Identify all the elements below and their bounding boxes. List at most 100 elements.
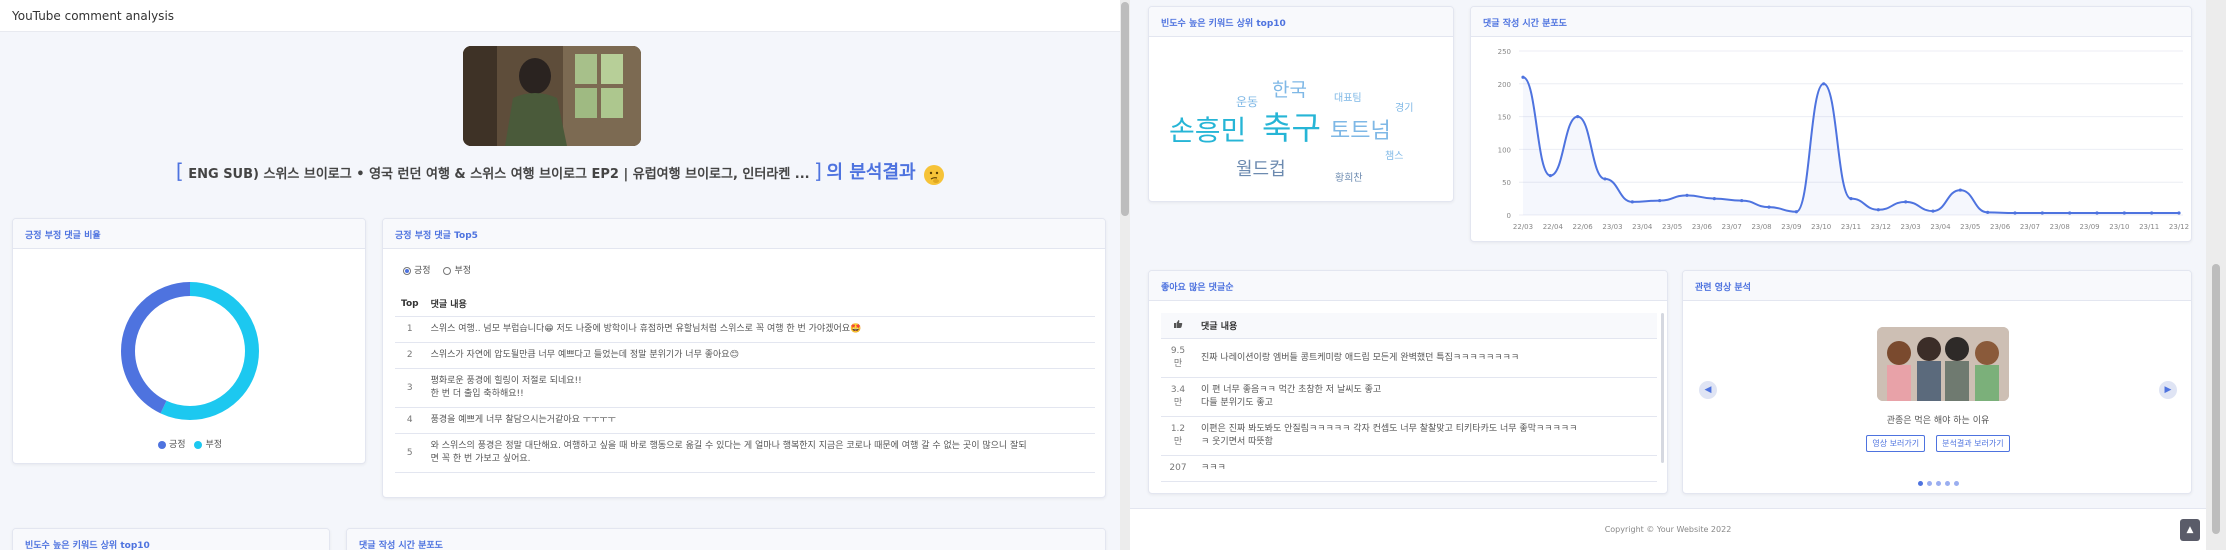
sentiment-ratio-card: 긍정 부정 댓글 비율 긍정 부정: [12, 218, 366, 464]
related-video-thumbnail[interactable]: [1877, 327, 2009, 401]
sentiment-donut-chart[interactable]: [13, 259, 366, 439]
data-point[interactable]: [1685, 193, 1689, 197]
data-point[interactable]: [2150, 211, 2154, 215]
x-tick-label: 22/06: [1573, 223, 1594, 231]
data-point[interactable]: [2013, 211, 2017, 215]
carousel-dot[interactable]: [1926, 481, 1932, 486]
thumbs-up-icon: [1161, 313, 1195, 339]
data-point[interactable]: [1740, 198, 1744, 203]
time-distribution-header-lower: 댓글 작성 시간 분포도: [347, 529, 1105, 550]
row-text: 스위스가 자연에 압도될만큼 너무 예쁘다고 들었는데 정말 분위기가 너무 좋…: [424, 342, 1095, 370]
time-distribution-chart[interactable]: 0 50 100 150 200 250 22/03 22/04 22/06 23/03 23/04…: [1471, 37, 2192, 242]
table-row[interactable]: 4 풍경을 예쁘게 너무 찰담으시는거같아요 ㅜㅜㅜㅜ: [395, 407, 1095, 435]
data-point[interactable]: [1712, 197, 1716, 201]
row-likes: 1.2만: [1161, 416, 1195, 457]
time-distribution-header: 댓글 작성 시간 분포도: [1471, 7, 2191, 37]
radio-negative-label[interactable]: 부정: [454, 266, 471, 276]
radio-positive[interactable]: [403, 266, 411, 275]
row-text-line1: 이 편 너무 좋음ㅋㅋ 먹간 초창한 저 날씨도 좋고: [1201, 385, 1382, 396]
legend-positive[interactable]: 긍정: [169, 440, 186, 450]
keyword-word[interactable]: 챔스: [1385, 147, 1403, 162]
carousel-dot[interactable]: [1944, 481, 1950, 486]
x-tick-label: 23/04: [1632, 223, 1653, 231]
video-thumbnail[interactable]: [463, 46, 641, 146]
keyword-word[interactable]: 월드컵: [1236, 155, 1286, 181]
data-point[interactable]: [1876, 208, 1880, 212]
carousel-dot[interactable]: [1917, 481, 1923, 486]
top5-table: Top 댓글 내용 1 스위스 여행.. 넘모 부럽습니다😁 저도 나중에 방학이나…: [395, 291, 1095, 474]
carousel-next-icon[interactable]: ▶: [2159, 381, 2177, 399]
table-row[interactable]: 9.5만 진짜 나레이션이랑 엠버들 콩트케미랑 애드립 모든게 완벽했던 특집ㅋ…: [1161, 338, 1657, 379]
data-point[interactable]: [1603, 177, 1607, 181]
carousel-prev-icon[interactable]: ◀: [1699, 381, 1717, 399]
table-row[interactable]: 207 ㅋㅋㅋ: [1161, 455, 1657, 483]
row-text: 풍경을 예쁘게 너무 찰담으시는거같아요 ㅜㅜㅜㅜ: [424, 407, 1095, 435]
keyword-word[interactable]: 축구: [1262, 103, 1321, 149]
keyword-word[interactable]: 황희찬: [1335, 169, 1363, 184]
data-point[interactable]: [1931, 209, 1935, 213]
data-point[interactable]: [1904, 200, 1908, 204]
legend-negative[interactable]: 부정: [205, 440, 222, 450]
word-cloud: 손흥민 축구 토트넘 한국 월드컵 운동 대표팀 경기 챔스 황희찬: [1149, 37, 1453, 201]
table-row[interactable]: 1 스위스 여행.. 넘모 부럽습니다😁 저도 나중에 방학이나 휴점하면 유할님…: [395, 316, 1095, 344]
left-scrollbar[interactable]: [1120, 0, 1130, 550]
row-text-line2: 면 꼭 한 번 가보고 싶어요.: [430, 454, 531, 465]
table-row[interactable]: 3 평화로운 풍경에 힐링이 저절로 되네요!! 한 번 더 출입 축하해요!!: [395, 368, 1095, 409]
data-point[interactable]: [1658, 198, 1662, 203]
data-point[interactable]: [1958, 188, 1962, 192]
y-tick-label: 200: [1498, 81, 1511, 89]
table-row[interactable]: 3.4만 이 편 너무 좋음ㅋㅋ 먹간 초창한 저 날씨도 좋고 다들 분위기도 좋…: [1161, 377, 1657, 418]
data-point[interactable]: [2095, 211, 2099, 215]
left-scrollbar-thumb[interactable]: [1121, 2, 1129, 216]
x-tick-label: 23/07: [2020, 223, 2040, 231]
data-point[interactable]: [1767, 205, 1771, 209]
data-point[interactable]: [1521, 75, 1525, 79]
data-point[interactable]: [1630, 200, 1634, 204]
table-row[interactable]: 2 스위스가 자연에 압도될만큼 너무 예쁘다고 들었는데 정말 분위기가 너무 …: [395, 342, 1095, 370]
x-tick-label: 22/03: [1513, 223, 1533, 231]
row-rank: 4: [395, 407, 425, 435]
carousel-dot[interactable]: [1953, 481, 1959, 486]
radio-negative[interactable]: [443, 266, 452, 275]
data-point[interactable]: [1822, 82, 1826, 86]
table-row[interactable]: 1.2만 이편은 진짜 봐도봐도 안질림ㅋㅋㅋㅋㅋ 각자 컨셉도 너무 찰찰맞고 …: [1161, 416, 1657, 457]
x-tick-label: 23/05: [1960, 223, 1980, 231]
data-point[interactable]: [1849, 197, 1853, 201]
x-tick-label: 23/12: [2169, 223, 2189, 231]
view-analysis-button[interactable]: 분석결과 보러가기: [1936, 435, 2010, 452]
row-text: 이 편 너무 좋음ㅋㅋ 먹간 초창한 저 날씨도 좋고 다들 분위기도 좋고: [1195, 377, 1657, 418]
watch-video-button[interactable]: 영상 보러가기: [1866, 435, 1926, 452]
series-line[interactable]: [1522, 76, 2179, 215]
data-point[interactable]: [2068, 211, 2072, 215]
thinking-face-icon: [924, 164, 945, 185]
data-point[interactable]: [1548, 174, 1552, 178]
keyword-word[interactable]: 경기: [1395, 99, 1413, 114]
col-content: 댓글 내용: [424, 291, 1095, 317]
likes-scrollbar[interactable]: [1661, 313, 1664, 463]
data-point[interactable]: [1576, 115, 1580, 119]
scroll-to-top-icon[interactable]: ▲: [2180, 519, 2200, 541]
table-row[interactable]: 5 와 스위스의 풍경은 정말 대단해요. 여행하고 싶을 때 바로 행동으로 옮…: [395, 433, 1095, 474]
keyword-word[interactable]: 토트넘: [1330, 113, 1391, 145]
keyword-word[interactable]: 한국: [1272, 75, 1307, 102]
y-tick-label: 250: [1498, 48, 1511, 56]
row-text: 스위스 여행.. 넘모 부럽습니다😁 저도 나중에 방학이나 휴점하면 유할님처…: [424, 316, 1095, 344]
data-point[interactable]: [2122, 211, 2126, 215]
data-point[interactable]: [2040, 211, 2044, 215]
radio-positive-label[interactable]: 긍정: [414, 266, 431, 276]
x-tick-label: 23/04: [1930, 223, 1951, 231]
data-point[interactable]: [1794, 210, 1798, 214]
keyword-word[interactable]: 손흥민: [1169, 109, 1246, 149]
y-tick-label: 100: [1498, 146, 1511, 154]
data-point[interactable]: [2177, 211, 2181, 215]
right-scrollbar[interactable]: [2206, 0, 2226, 550]
close-bracket: ]: [814, 159, 822, 183]
data-point[interactable]: [1986, 210, 1990, 214]
row-text: 이편은 진짜 봐도봐도 안질림ㅋㅋㅋㅋㅋ 각자 컨셉도 너무 찰찰맞고 티키타카…: [1195, 416, 1657, 457]
carousel-dot[interactable]: [1935, 481, 1941, 486]
keyword-word[interactable]: 대표팀: [1334, 89, 1362, 104]
right-scrollbar-thumb[interactable]: [2212, 264, 2220, 534]
row-text: ㅋㅋㅋ: [1195, 455, 1657, 483]
keyword-word[interactable]: 운동: [1236, 93, 1258, 110]
x-tick-label: 23/06: [1692, 223, 1713, 231]
